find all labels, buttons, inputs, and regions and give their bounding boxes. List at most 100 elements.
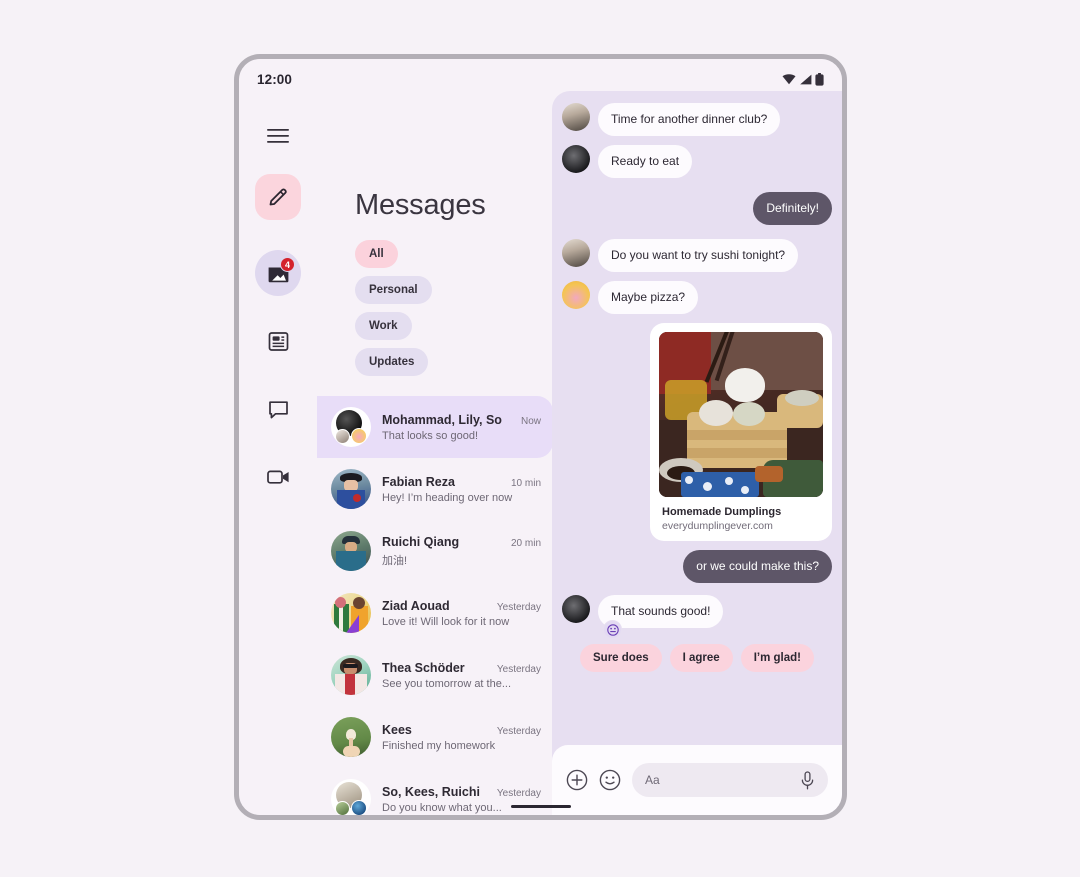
thread-snippet: See you tomorrow at the... xyxy=(382,677,512,690)
message-bubble[interactable]: Maybe pizza? xyxy=(598,281,699,314)
hamburger-menu-icon xyxy=(267,129,289,143)
thread-name: Fabian Reza xyxy=(382,474,455,489)
emoji-smiley-icon[interactable] xyxy=(599,769,621,791)
thread-timestamp: 20 min xyxy=(510,537,541,549)
thread-name: Ruichi Qiang xyxy=(382,534,460,549)
message-bubble[interactable]: Do you want to try sushi tonight? xyxy=(598,239,799,272)
navigation-rail: 4 xyxy=(239,91,317,815)
phone-screen: 12:00 4 Messages All Personal Work Updat… xyxy=(239,59,842,815)
filter-chip-work[interactable]: Work xyxy=(355,312,412,340)
thread-timestamp: Yesterday xyxy=(496,787,541,799)
link-preview-url: everydumplingever.com xyxy=(662,520,773,532)
table-row[interactable]: Kees Yesterday Finished my homework xyxy=(317,706,553,768)
avatar xyxy=(331,469,371,509)
message-row: Ready to eat xyxy=(562,145,832,178)
chats-button[interactable] xyxy=(255,386,301,432)
thread-snippet: 加油! xyxy=(382,554,408,567)
avatar xyxy=(562,239,590,267)
avatar xyxy=(331,655,371,695)
filter-chip-updates[interactable]: Updates xyxy=(355,348,429,376)
thread-meta: Mohammad, Lily, So Now That looks so goo… xyxy=(382,413,541,442)
message-row: That sounds good! xyxy=(562,595,832,639)
table-row[interactable]: Thea Schöder Yesterday See you tomorrow … xyxy=(317,644,553,706)
filter-chip-personal[interactable]: Personal xyxy=(355,276,432,304)
avatar xyxy=(331,779,371,815)
thread-meta: Kees Yesterday Finished my homework xyxy=(382,723,541,752)
filter-chip-group: All Personal Work Updates xyxy=(317,222,477,376)
message-input[interactable]: Aa xyxy=(632,763,828,797)
thread-name: So, Kees, Ruichi xyxy=(382,784,480,799)
thread-list: Mohammad, Lily, So Now That looks so goo… xyxy=(317,396,553,815)
thread-meta: Fabian Reza 10 min Hey! I’m heading over… xyxy=(382,475,541,504)
thread-snippet: Hey! I’m heading over now xyxy=(382,491,513,504)
avatar xyxy=(331,531,371,571)
conversation-list-panel: Messages All Personal Work Updates Moham… xyxy=(317,91,553,815)
thread-meta: Thea Schöder Yesterday See you tomorrow … xyxy=(382,661,541,690)
thread-timestamp: Now xyxy=(520,415,541,427)
avatar xyxy=(331,407,371,447)
chat-bubble-icon xyxy=(268,399,289,420)
status-bar-time: 12:00 xyxy=(257,71,293,87)
cellular-signal-icon xyxy=(799,74,812,85)
table-row[interactable]: Mohammad, Lily, So Now That looks so goo… xyxy=(317,396,553,458)
thread-meta: Ruichi Qiang 20 min 加油! xyxy=(382,535,541,568)
message-bubble[interactable]: Ready to eat xyxy=(598,145,693,178)
message-bubble[interactable]: Time for another dinner club? xyxy=(598,103,781,136)
message-bubble[interactable]: or we could make this? xyxy=(683,550,832,583)
filter-chip-all[interactable]: All xyxy=(355,240,398,268)
video-button[interactable] xyxy=(255,454,301,500)
thread-name: Kees xyxy=(382,722,412,737)
thread-snippet: Finished my homework xyxy=(382,739,496,752)
thread-timestamp: Yesterday xyxy=(496,725,541,737)
message-row: Do you want to try sushi tonight? xyxy=(562,239,832,272)
page-title: Messages xyxy=(355,189,486,221)
link-preview-image xyxy=(659,332,823,497)
battery-icon xyxy=(815,72,824,86)
quick-reply-sure-does[interactable]: Sure does xyxy=(580,644,662,672)
avatar xyxy=(562,281,590,309)
feed-button[interactable] xyxy=(255,318,301,364)
inbox-button[interactable]: 4 xyxy=(255,250,301,296)
inbox-unread-badge: 4 xyxy=(280,257,295,272)
message-bubble[interactable]: Definitely! xyxy=(753,192,832,225)
microphone-icon[interactable] xyxy=(800,770,815,790)
thread-timestamp: Yesterday xyxy=(496,663,541,675)
emoji-reaction-badge[interactable] xyxy=(603,620,622,639)
link-preview-title: Homemade Dumplings xyxy=(662,506,782,518)
avatar xyxy=(331,717,371,757)
chat-panel: Time for another dinner club? Ready to e… xyxy=(552,91,842,815)
message-row: Time for another dinner club? xyxy=(562,103,832,136)
thread-snippet: That looks so good! xyxy=(382,429,479,442)
quick-reply-im-glad[interactable]: I’m glad! xyxy=(740,644,814,672)
video-camera-icon xyxy=(266,469,290,485)
message-bubble-with-reaction: That sounds good! xyxy=(598,595,724,639)
thread-name: Mohammad, Lily, So xyxy=(382,412,502,427)
article-list-icon xyxy=(268,331,289,352)
home-indicator xyxy=(510,804,571,808)
avatar xyxy=(331,593,371,633)
pencil-compose-icon xyxy=(266,185,290,209)
avatar xyxy=(562,145,590,173)
thread-timestamp: 10 min xyxy=(510,477,541,489)
thread-meta: Ziad Aouad Yesterday Love it! Will look … xyxy=(382,599,541,628)
table-row[interactable]: Ruichi Qiang 20 min 加油! xyxy=(317,520,553,582)
thread-name: Ziad Aouad xyxy=(382,598,450,613)
avatar xyxy=(562,103,590,131)
message-row: or we could make this? xyxy=(562,550,832,583)
message-input-placeholder: Aa xyxy=(645,773,660,787)
message-row: Definitely! xyxy=(562,192,832,225)
message-composer: Aa xyxy=(552,745,842,815)
table-row[interactable]: Fabian Reza 10 min Hey! I’m heading over… xyxy=(317,458,553,520)
plus-circle-icon[interactable] xyxy=(566,769,588,791)
table-row[interactable]: Ziad Aouad Yesterday Love it! Will look … xyxy=(317,582,553,644)
thread-timestamp: Yesterday xyxy=(496,601,541,613)
message-row: Maybe pizza? xyxy=(562,281,832,314)
menu-button[interactable] xyxy=(255,113,301,159)
quick-reply-i-agree[interactable]: I agree xyxy=(669,644,733,672)
wifi-icon xyxy=(782,73,796,85)
phone-device-frame: 12:00 4 Messages All Personal Work Updat… xyxy=(234,54,847,820)
avatar xyxy=(562,595,590,623)
message-thread[interactable]: Time for another dinner club? Ready to e… xyxy=(552,91,842,745)
link-preview-card[interactable]: Homemade Dumplings everydumplingever.com xyxy=(650,323,832,541)
compose-button[interactable] xyxy=(255,174,301,220)
